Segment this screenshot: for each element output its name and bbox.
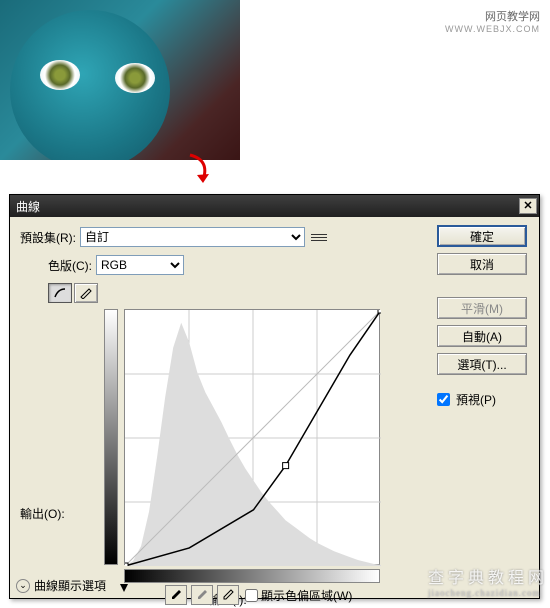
pencil-tool-icon[interactable] [74, 283, 98, 303]
curve-tool-icon[interactable] [48, 283, 72, 303]
expand-label: 曲線顯示選項 [34, 577, 106, 594]
options-button[interactable]: 選項(T)... [437, 353, 527, 375]
titlebar[interactable]: 曲線 ✕ [10, 195, 539, 217]
preset-label: 預設集(R): [20, 229, 76, 246]
clip-checkbox[interactable] [245, 589, 258, 602]
preview-checkbox[interactable] [437, 393, 450, 406]
preview-label: 預視(P) [456, 391, 496, 408]
close-button[interactable]: ✕ [519, 198, 537, 214]
output-gradient [104, 309, 118, 565]
white-eyedropper-icon[interactable] [217, 585, 239, 605]
eye-right [115, 63, 155, 93]
dialog-title: 曲線 [16, 198, 40, 215]
cancel-button[interactable]: 取消 [437, 253, 527, 275]
curve-graph[interactable] [124, 309, 380, 565]
auto-button[interactable]: 自動(A) [437, 325, 527, 347]
watermark-top: 网页教学网 WWW.WEBJX.COM [445, 8, 540, 34]
watermark-top-line1: 网页教学网 [445, 8, 540, 24]
watermark-top-line2: WWW.WEBJX.COM [445, 24, 540, 34]
arrow-indicator [185, 150, 215, 190]
input-gradient [124, 569, 380, 583]
output-label: 輸出(O): [20, 505, 65, 522]
smooth-button[interactable]: 平滑(M) [437, 297, 527, 319]
eye-left [40, 60, 80, 90]
curves-dialog: 曲線 ✕ 預設集(R): 自訂 色版(C): RGB 輸出(O): [9, 194, 540, 599]
preset-menu-icon[interactable] [311, 229, 327, 245]
black-eyedropper-icon[interactable] [165, 585, 187, 605]
black-point-slider[interactable] [120, 584, 128, 592]
expand-icon[interactable]: ⌄ [16, 579, 30, 593]
clip-label: 顯示色偏區域(W) [261, 587, 352, 604]
channel-label: 色版(C): [48, 257, 92, 274]
preset-select[interactable]: 自訂 [80, 227, 305, 247]
gray-eyedropper-icon[interactable] [191, 585, 213, 605]
ok-button[interactable]: 確定 [437, 225, 527, 247]
channel-select[interactable]: RGB [96, 255, 184, 275]
eyedropper-group [165, 585, 239, 605]
preview-image [0, 0, 240, 160]
watermark-bottom: 查字典教程网 jiaocheng.chazidian.com [428, 564, 548, 598]
